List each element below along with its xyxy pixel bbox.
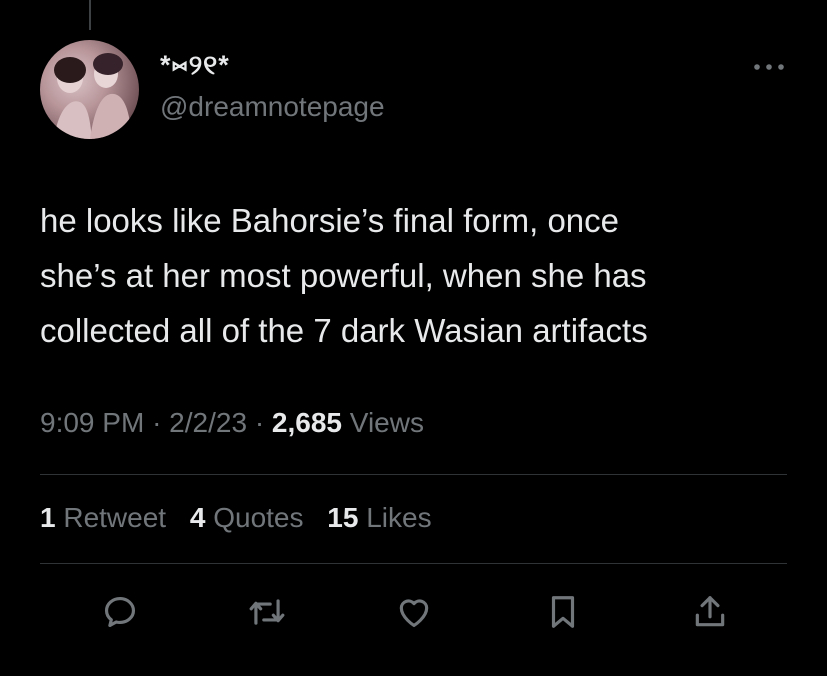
retweet-button[interactable] (245, 590, 289, 634)
tweet-text: he looks like Bahorsie’s final form, onc… (40, 193, 800, 358)
views-count: 2,685 (271, 407, 342, 438)
tweet-metadata: 9:09 PM · 2/2/23 · 2,685 Views (40, 407, 424, 439)
tweet-text-line: he looks like Bahorsie’s final form, onc… (40, 202, 620, 239)
share-button[interactable] (688, 590, 732, 634)
retweet-icon (249, 599, 285, 625)
likes-count: 15 (327, 502, 359, 533)
meta-separator: · (152, 407, 162, 438)
share-icon (695, 596, 725, 627)
display-name[interactable]: *⑅୨୧* (160, 50, 230, 82)
username-handle[interactable]: @dreamnotepage (160, 91, 385, 123)
more-options-icon[interactable] (752, 60, 786, 74)
avatar[interactable] (40, 40, 139, 139)
tweet-date[interactable]: 2/2/23 (169, 407, 247, 438)
like-button[interactable] (392, 590, 436, 634)
bookmark-icon (551, 596, 575, 628)
tweet-text-line: collected all of the 7 dark Wasian artif… (40, 312, 648, 349)
divider (40, 474, 787, 475)
retweets-label: Retweet (63, 502, 167, 533)
meta-separator: · (254, 407, 265, 438)
like-icon (399, 599, 429, 628)
bookmark-button[interactable] (541, 590, 585, 634)
quotes-count: 4 (189, 502, 206, 533)
divider (40, 563, 787, 564)
quotes-stat[interactable]: 4 Quotes (190, 502, 304, 533)
quotes-label: Quotes (213, 502, 304, 533)
retweets-stat[interactable]: 1 Retweet (40, 502, 166, 533)
likes-label: Likes (366, 502, 432, 533)
tweet-text-line: she’s at her most powerful, when she has (40, 257, 647, 294)
thread-connector-line (89, 0, 91, 30)
avatar-photo (54, 53, 132, 139)
engagement-stats: 1 Retweet 4 Quotes 15 Likes (40, 502, 448, 534)
tweet-time[interactable]: 9:09 PM (40, 407, 144, 438)
reply-button[interactable] (98, 590, 142, 634)
likes-stat[interactable]: 15 Likes (327, 502, 431, 533)
reply-icon (104, 596, 136, 628)
retweets-count: 1 (40, 502, 56, 533)
views-label: Views (349, 407, 424, 438)
